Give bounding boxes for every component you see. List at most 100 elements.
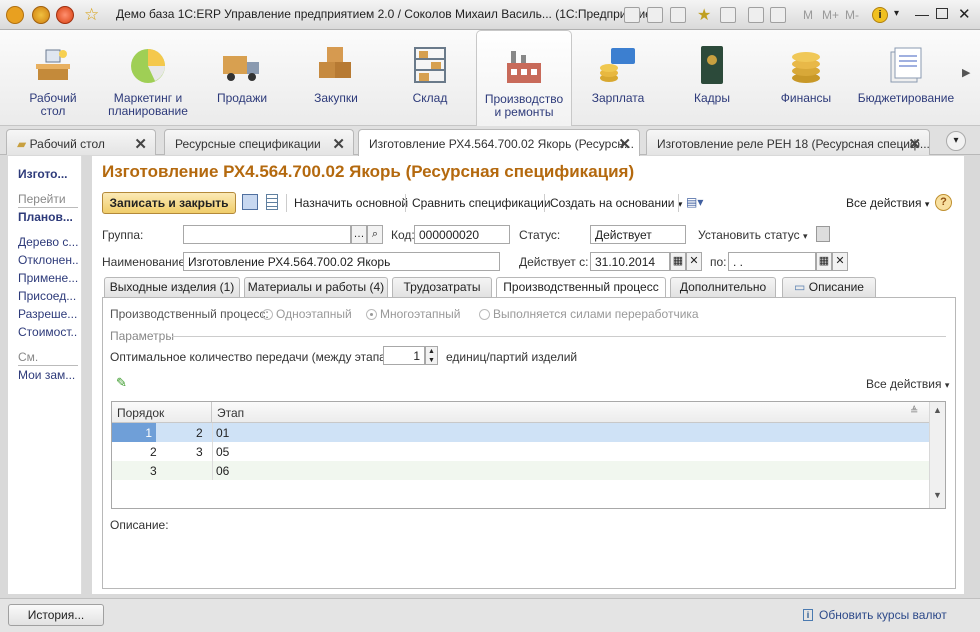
open-tab-desktop[interactable]: ▰ Рабочий стол ✕ xyxy=(6,129,156,155)
open-tab-current[interactable]: Изготовление РХ4.564.700.02 Якорь (Ресур… xyxy=(358,129,640,156)
grid-all-actions-button[interactable]: Все действия ▾ xyxy=(866,377,949,391)
radio-multi-stage[interactable]: Многоэтапный xyxy=(366,307,460,321)
report-icon[interactable]: ▤▾ xyxy=(686,195,703,209)
section-label: и ремонты xyxy=(494,105,554,119)
scroll-right-icon[interactable]: ▶ xyxy=(962,66,970,79)
nav-item-cost[interactable]: Стоимост... xyxy=(18,325,78,339)
main-menu-icon[interactable] xyxy=(32,6,50,24)
nav-item-attached[interactable]: Присоед... xyxy=(18,289,78,303)
calculator-icon[interactable] xyxy=(748,7,764,23)
tab-materials[interactable]: Материалы и работы (4) xyxy=(244,277,388,297)
search-icon[interactable]: ⌕ xyxy=(367,225,383,244)
tab-labor[interactable]: Трудозатраты xyxy=(392,277,492,297)
status-field[interactable]: Действует xyxy=(590,225,686,244)
radio-processor[interactable]: Выполняется силами переработчика xyxy=(479,307,699,321)
set-main-button[interactable]: Назначить основной xyxy=(294,196,408,210)
print-icon[interactable] xyxy=(647,7,663,23)
section-desktop[interactable]: Рабочий стол xyxy=(14,30,92,126)
calendar-icon[interactable]: ▦ xyxy=(670,252,686,271)
section-finance[interactable]: Финансы xyxy=(768,30,844,126)
tab-outputs[interactable]: Выходные изделия (1) xyxy=(104,277,240,297)
memory-plus-button[interactable]: M+ xyxy=(822,8,839,22)
select-button[interactable]: … xyxy=(351,225,367,244)
home-icon[interactable] xyxy=(56,6,74,24)
table-row[interactable]: 1 2 01 xyxy=(112,423,929,442)
nav-item-tree[interactable]: Дерево с... xyxy=(18,235,78,249)
scroll-down-icon[interactable]: ▼ xyxy=(933,490,942,500)
name-field[interactable]: Изготовление РХ4.564.700.02 Якорь xyxy=(183,252,500,271)
clear-icon[interactable]: ✕ xyxy=(686,252,702,271)
form-title: Изготовление РХ4.564.700.02 Якорь (Ресур… xyxy=(102,162,635,181)
compare-specs-button[interactable]: Сравнить спецификации xyxy=(412,196,551,210)
document-icon[interactable] xyxy=(816,226,830,242)
scrollbar[interactable]: ▲ ▼ xyxy=(929,402,945,508)
maximize-icon[interactable] xyxy=(936,8,948,19)
clear-icon[interactable]: ✕ xyxy=(832,252,848,271)
memory-m-button[interactable]: M xyxy=(803,8,813,22)
column-header-order[interactable]: Порядок xyxy=(112,402,212,423)
section-marketing[interactable]: Маркетинг и планирование xyxy=(106,30,190,126)
code-field[interactable]: 000000020 xyxy=(414,225,510,244)
create-based-on-button[interactable]: Создать на основании ▾ xyxy=(550,196,682,210)
group-field[interactable] xyxy=(183,225,351,244)
close-tab-icon[interactable]: ✕ xyxy=(618,135,631,153)
info-icon[interactable]: i xyxy=(872,7,888,23)
section-hr[interactable]: Кадры xyxy=(674,30,750,126)
nav-current-item[interactable]: Изгото... xyxy=(18,167,78,181)
1c-logo-icon[interactable] xyxy=(6,6,24,24)
pie-chart-icon xyxy=(131,49,165,83)
radio-single-stage[interactable]: Одноэтапный xyxy=(262,307,352,321)
minimize-icon[interactable]: — xyxy=(915,6,929,22)
history-button[interactable]: История... xyxy=(8,604,104,626)
add-favorite-icon[interactable]: ★ xyxy=(697,5,711,25)
open-tab-specs[interactable]: Ресурсные спецификации ✕ xyxy=(164,129,354,155)
chevron-down-icon[interactable]: ▾ xyxy=(894,8,899,19)
list-icon[interactable] xyxy=(266,194,278,210)
info-icon: i xyxy=(803,609,813,621)
close-icon[interactable]: ✕ xyxy=(958,5,971,23)
close-tab-icon[interactable]: ✕ xyxy=(134,135,147,153)
nav-item-deviations[interactable]: Отклонен... xyxy=(18,253,78,267)
valid-from-field[interactable]: 31.10.2014 xyxy=(590,252,670,271)
favorites-star-icon[interactable]: ☆ xyxy=(84,5,99,25)
scroll-up-icon[interactable]: ▲ xyxy=(933,405,942,415)
valid-to-field[interactable]: . . xyxy=(728,252,816,271)
table-row[interactable]: 3 06 xyxy=(112,461,929,480)
close-tab-icon[interactable]: ✕ xyxy=(332,135,345,153)
nav-item-plan[interactable]: Планов... xyxy=(18,210,78,224)
history-icon[interactable] xyxy=(720,7,736,23)
section-purchases[interactable]: Закупки xyxy=(298,30,374,126)
calendar-icon[interactable]: ▦ xyxy=(816,252,832,271)
close-tab-icon[interactable]: ✕ xyxy=(908,135,921,153)
tab-additional[interactable]: Дополнительно xyxy=(670,277,776,297)
section-warehouse[interactable]: Склад xyxy=(392,30,468,126)
calendar-icon[interactable] xyxy=(770,7,786,23)
transfer-quantity-input[interactable]: 1 xyxy=(383,346,425,365)
set-status-button[interactable]: Установить статус ▾ xyxy=(698,228,807,242)
tabs-menu-icon[interactable]: ▾ xyxy=(946,131,966,151)
section-budgeting[interactable]: Бюджетирование xyxy=(856,30,956,126)
nav-item-usage[interactable]: Примене... xyxy=(18,271,78,285)
open-tab-relay[interactable]: Изготовление реле РЕН 18 (Ресурсная спец… xyxy=(646,129,930,155)
help-icon[interactable]: ? xyxy=(935,194,952,211)
save-and-close-button[interactable]: Записать и закрыть xyxy=(102,192,236,214)
nav-item-my-notes[interactable]: Мои зам... xyxy=(18,368,78,382)
sort-icon[interactable]: ≜ xyxy=(910,406,918,417)
section-sales[interactable]: Продажи xyxy=(204,30,280,126)
update-rates-link[interactable]: Обновить курсы валют xyxy=(819,608,947,622)
table-row[interactable]: 2 3 05 xyxy=(112,442,929,461)
coins-card-icon xyxy=(600,48,635,82)
tab-process[interactable]: Производственный процесс xyxy=(496,277,666,298)
memory-minus-button[interactable]: M- xyxy=(845,8,859,22)
quantity-stepper[interactable]: ▲ ▼ xyxy=(425,346,438,365)
preview-icon[interactable] xyxy=(670,7,686,23)
nav-item-permissions[interactable]: Разреше... xyxy=(18,307,78,321)
edit-pencil-icon[interactable]: ✎ xyxy=(116,375,127,391)
tab-description[interactable]: ▭ Описание xyxy=(782,277,876,297)
save-icon[interactable] xyxy=(624,7,640,23)
save-icon[interactable] xyxy=(242,194,258,210)
column-header-stage[interactable]: Этап xyxy=(212,402,929,423)
all-actions-button[interactable]: Все действия ▾ xyxy=(846,196,929,210)
section-production[interactable]: Производство и ремонты xyxy=(476,30,572,126)
section-salary[interactable]: Зарплата xyxy=(580,30,656,126)
